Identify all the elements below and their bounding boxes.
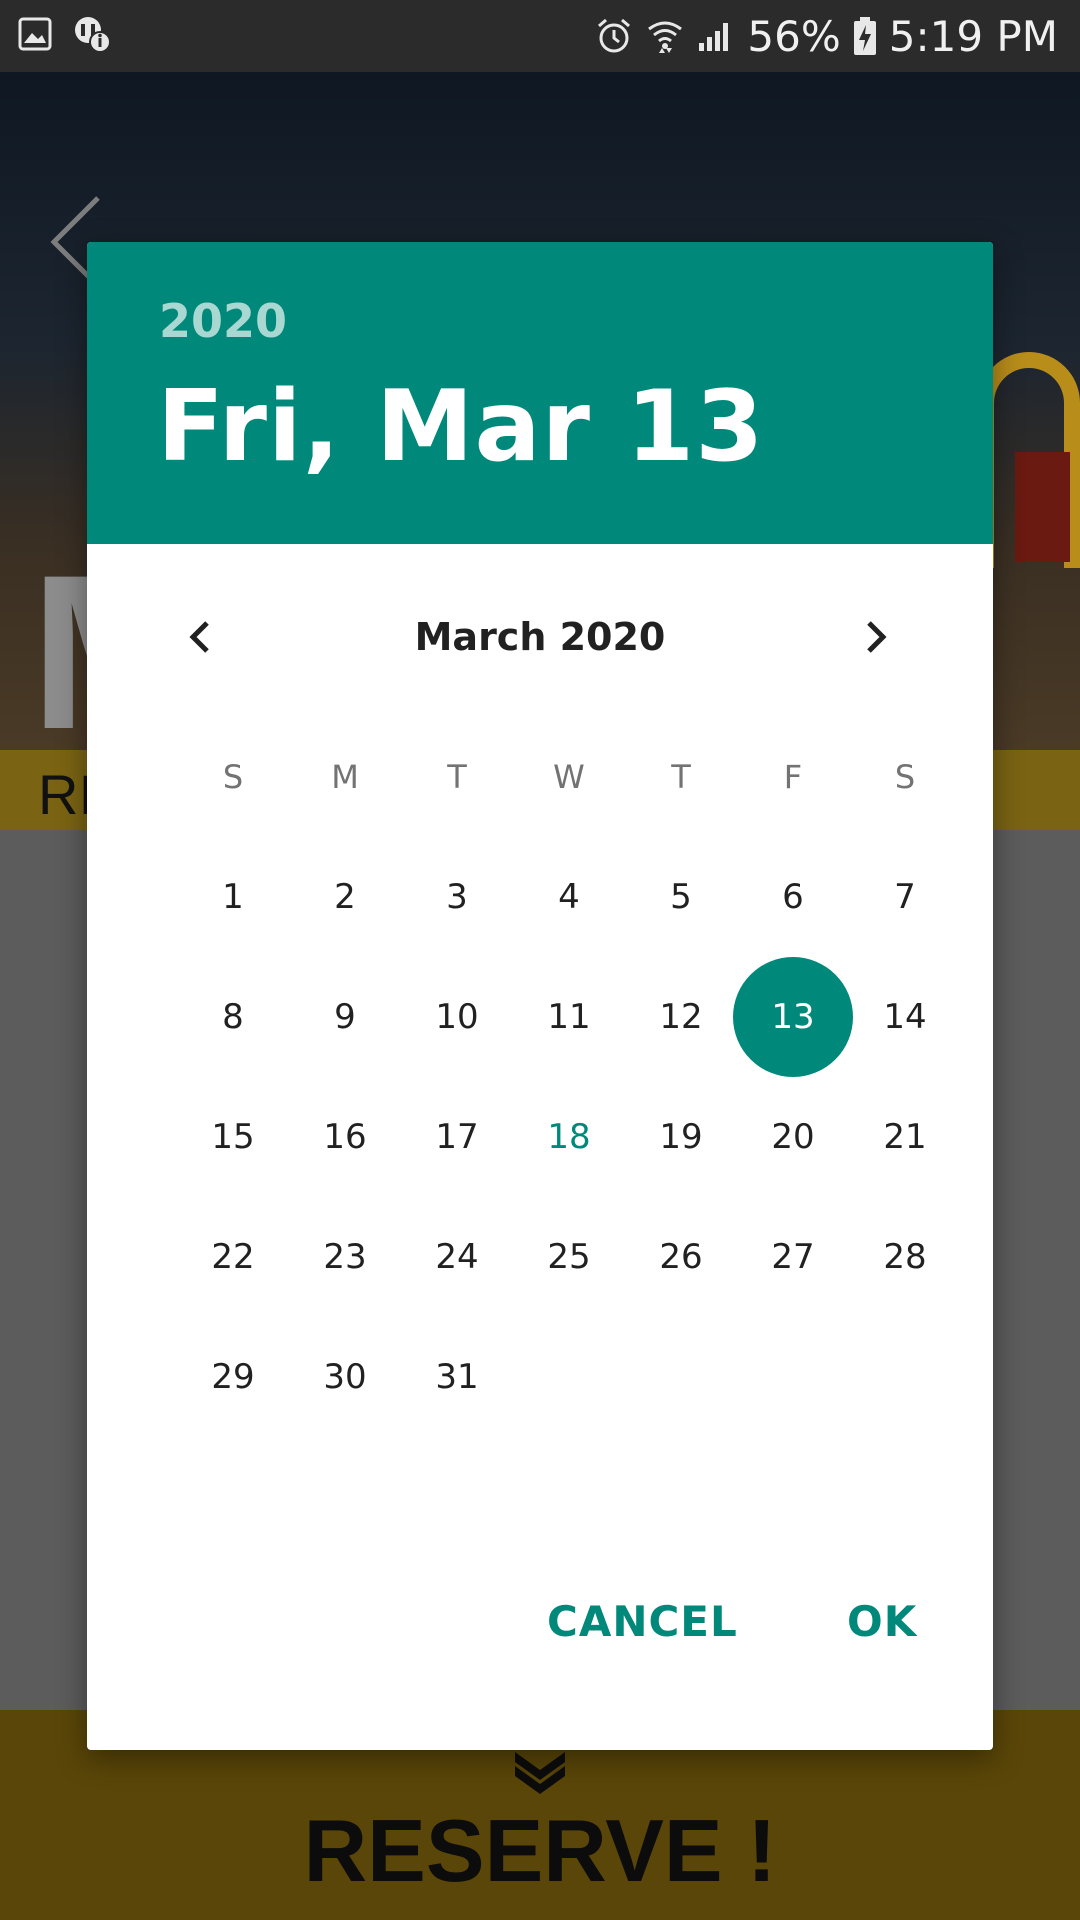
day-number: 5 [670, 877, 692, 917]
chevron-right-icon [867, 621, 887, 653]
days-grid: 1 2 3 4 5 6 7 8 9 10 11 12 13 14 15 16 17 18 19 20 21 22 23 24 2… [177, 837, 961, 1437]
day-number: 14 [883, 997, 927, 1037]
day-number: 19 [659, 1117, 703, 1157]
cancel-button[interactable]: CANCEL [547, 1582, 738, 1662]
screen: 56% 5:19 PM M RI RESERVE ! [0, 0, 1080, 1920]
weekday-label: F [783, 758, 803, 796]
day-number: 10 [435, 997, 479, 1037]
weekday-label: W [553, 758, 585, 796]
day-cell-14[interactable]: 14 [849, 957, 961, 1077]
day-number: 17 [435, 1117, 479, 1157]
image-icon [18, 17, 52, 55]
day-number: 28 [883, 1237, 927, 1277]
day-cell-25[interactable]: 25 [513, 1197, 625, 1317]
day-cell-17[interactable]: 17 [401, 1077, 513, 1197]
day-number: 21 [883, 1117, 927, 1157]
status-bar: 56% 5:19 PM [0, 0, 1080, 72]
day-number: 13 [771, 997, 815, 1037]
day-number: 6 [782, 877, 804, 917]
status-left [18, 14, 112, 58]
day-cell-4[interactable]: 4 [513, 837, 625, 957]
day-number: 11 [547, 997, 591, 1037]
day-number: 26 [659, 1237, 703, 1277]
day-number: 2 [334, 877, 356, 917]
alarm-icon [595, 17, 633, 55]
day-cell-3[interactable]: 3 [401, 837, 513, 957]
day-cell-20[interactable]: 20 [737, 1077, 849, 1197]
battery-charging-icon [853, 16, 877, 56]
day-number: 31 [435, 1357, 479, 1397]
weekday-label: S [222, 758, 244, 796]
day-cell-11[interactable]: 11 [513, 957, 625, 1077]
day-number: 18 [547, 1117, 591, 1157]
day-number: 7 [894, 877, 916, 917]
weekday-header: SMTWTFS [177, 747, 961, 807]
day-number: 9 [334, 997, 356, 1037]
status-time: 5:19 PM [888, 11, 1058, 61]
day-number: 15 [211, 1117, 255, 1157]
day-cell-21[interactable]: 21 [849, 1077, 961, 1197]
day-cell-24[interactable]: 24 [401, 1197, 513, 1317]
day-number: 22 [211, 1237, 255, 1277]
day-number: 3 [446, 877, 468, 917]
day-number: 30 [323, 1357, 367, 1397]
date-picker-dialog: 2020 Fri, Mar 13 March 2020 SMTWTFS 1234… [87, 242, 993, 1750]
day-number: 4 [558, 877, 580, 917]
next-month-button[interactable] [825, 587, 925, 687]
day-cell-18[interactable]: 18 [513, 1077, 625, 1197]
day-number: 27 [771, 1237, 815, 1277]
day-number: 24 [435, 1237, 479, 1277]
day-cell-15[interactable]: 15 [177, 1077, 289, 1197]
day-cell-31[interactable]: 31 [401, 1317, 513, 1437]
day-cell-26[interactable]: 26 [625, 1197, 737, 1317]
day-number: 12 [659, 997, 703, 1037]
day-cell-8[interactable]: 8 [177, 957, 289, 1077]
dialog-actions: CANCEL OK [87, 1582, 993, 1662]
year-selector[interactable]: 2020 [159, 294, 287, 348]
day-cell-6[interactable]: 6 [737, 837, 849, 957]
status-right: 56% 5:19 PM [595, 12, 1058, 61]
day-cell-16[interactable]: 16 [289, 1077, 401, 1197]
day-cell-5[interactable]: 5 [625, 837, 737, 957]
day-cell-7[interactable]: 7 [849, 837, 961, 957]
signal-icon [697, 19, 735, 53]
battery-percent: 56% [747, 11, 841, 61]
day-number: 20 [771, 1117, 815, 1157]
day-number: 1 [222, 877, 244, 917]
day-number: 25 [547, 1237, 591, 1277]
month-navigation: March 2020 [87, 587, 993, 687]
day-number: 16 [323, 1117, 367, 1157]
day-cell-12[interactable]: 12 [625, 957, 737, 1077]
day-cell-28[interactable]: 28 [849, 1197, 961, 1317]
weekday-label: S [894, 758, 916, 796]
day-cell-19[interactable]: 19 [625, 1077, 737, 1197]
day-cell-2[interactable]: 2 [289, 837, 401, 957]
weekday-label: M [331, 758, 359, 796]
weekday-label: T [447, 758, 467, 796]
day-cell-22[interactable]: 22 [177, 1197, 289, 1317]
day-cell-23[interactable]: 23 [289, 1197, 401, 1317]
day-cell-9[interactable]: 9 [289, 957, 401, 1077]
date-picker-header: 2020 Fri, Mar 13 [87, 242, 993, 544]
day-cell-13[interactable]: 13 [737, 957, 849, 1077]
wifi-icon [645, 17, 685, 55]
chevron-left-icon [189, 621, 209, 653]
day-cell-29[interactable]: 29 [177, 1317, 289, 1437]
selected-date-label[interactable]: Fri, Mar 13 [157, 370, 764, 484]
day-number: 29 [211, 1357, 255, 1397]
previous-month-button[interactable] [151, 587, 251, 687]
day-cell-27[interactable]: 27 [737, 1197, 849, 1317]
day-cell-10[interactable]: 10 [401, 957, 513, 1077]
ok-button[interactable]: OK [847, 1582, 917, 1662]
day-number: 8 [222, 997, 244, 1037]
day-cell-1[interactable]: 1 [177, 837, 289, 957]
blocked-info-icon [72, 14, 112, 58]
weekday-label: T [671, 758, 691, 796]
day-number: 23 [323, 1237, 367, 1277]
day-cell-30[interactable]: 30 [289, 1317, 401, 1437]
